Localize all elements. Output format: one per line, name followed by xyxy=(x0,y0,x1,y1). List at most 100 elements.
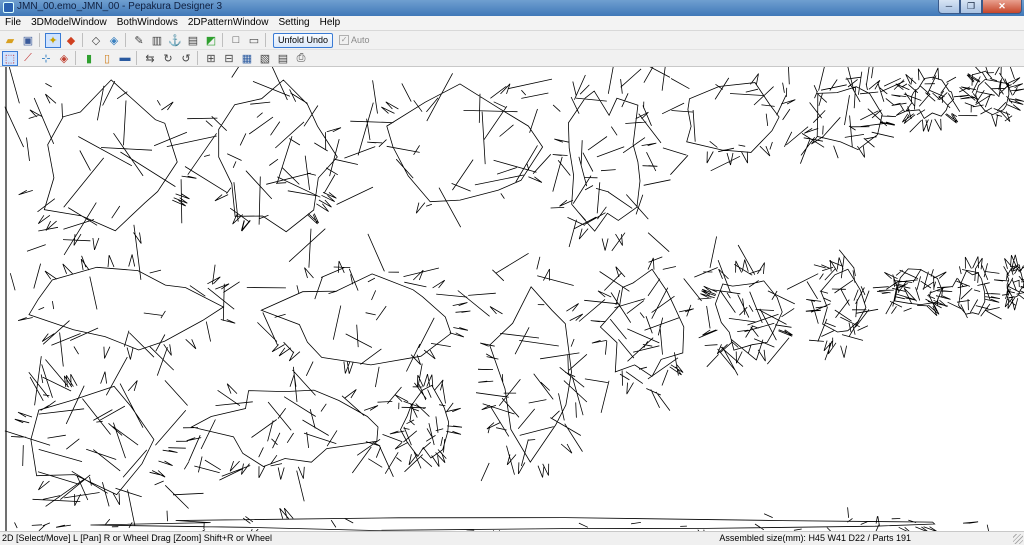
part-outline xyxy=(457,252,619,482)
resize-grip[interactable] xyxy=(1013,534,1023,544)
menu-help[interactable]: Help xyxy=(315,16,346,30)
part-outline xyxy=(166,67,358,262)
pattern-toolbar: ⬚ ⟋ ⊹ ◈ ▮ ▯ ▬ ⇆ ↻ ↺ ⊞ ⊟ ▦ ▧ ▤ ⎙ xyxy=(0,50,1024,67)
part-outline xyxy=(4,356,204,526)
part-outline xyxy=(872,268,953,316)
auto-label: Auto xyxy=(351,35,370,45)
undo-arrow-icon[interactable]: ↺ xyxy=(178,51,194,66)
unfold-undo-button[interactable]: Unfold Undo xyxy=(273,32,334,48)
flap-icon[interactable]: ▯ xyxy=(99,51,115,66)
join-icon[interactable]: ▮ xyxy=(81,51,97,66)
minimize-button[interactable]: ─ xyxy=(938,0,960,14)
pattern-part[interactable] xyxy=(883,67,978,133)
pattern-part[interactable] xyxy=(805,249,879,361)
cylinder-icon[interactable]: ▥ xyxy=(149,33,165,48)
menu-setting[interactable]: Setting xyxy=(273,16,314,30)
pattern-part[interactable] xyxy=(947,256,1002,320)
pattern-part[interactable] xyxy=(166,67,358,262)
pepakura-app-icon[interactable] xyxy=(3,2,14,13)
maximize-button[interactable]: ❐ xyxy=(960,0,982,14)
part-outline xyxy=(649,67,809,175)
part-outline xyxy=(584,256,702,413)
layout-icon[interactable]: ▧ xyxy=(257,51,273,66)
box-flat-icon[interactable]: ◇ xyxy=(88,33,104,48)
pattern-part[interactable] xyxy=(872,268,953,316)
close-button[interactable]: ✕ xyxy=(982,0,1022,14)
window-title: JMN_00.emo_JMN_00 - Pepakura Designer 3 xyxy=(17,1,223,12)
pattern-part[interactable] xyxy=(584,256,702,413)
snap-icon[interactable]: ⊹ xyxy=(38,51,54,66)
align-icon[interactable]: ⊟ xyxy=(221,51,237,66)
menu-bar: File 3DModelWindow BothWindows 2DPattern… xyxy=(0,16,1024,31)
panel-toggle-icon[interactable]: ▬ xyxy=(117,51,133,66)
box-shaded-icon[interactable]: ◈ xyxy=(106,33,122,48)
part-outline xyxy=(883,67,978,133)
pattern-part[interactable] xyxy=(14,507,990,531)
auto-checkbox-box[interactable]: ✓ xyxy=(339,35,350,45)
window-controls: ─ ❐ ✕ xyxy=(938,0,1022,15)
status-mode-text: 2D [Select/Move] L [Pan] R or Wheel Drag… xyxy=(2,533,273,543)
rotate-part-icon[interactable]: ↻ xyxy=(160,51,176,66)
select-tool-icon[interactable]: ⬚ xyxy=(2,50,18,66)
status-size-text: Assembled size(mm): H45 W41 D22 / Parts … xyxy=(719,533,911,543)
toolbar-separator xyxy=(197,51,198,65)
pattern-drawing[interactable] xyxy=(0,67,1024,531)
pattern-part[interactable] xyxy=(246,228,471,376)
toolbar-separator xyxy=(125,33,126,47)
toolbar-separator xyxy=(265,33,266,47)
menu-3d-model-window[interactable]: 3DModelWindow xyxy=(26,16,112,30)
part-outline xyxy=(800,67,905,164)
pattern-part[interactable] xyxy=(9,254,240,376)
panel-icon[interactable]: ▤ xyxy=(185,33,201,48)
title-bar: JMN_00.emo_JMN_00 - Pepakura Designer 3 … xyxy=(0,0,1024,16)
part-outline xyxy=(805,249,879,361)
part-outline xyxy=(9,254,240,376)
rotate-icon[interactable]: ◈ xyxy=(56,51,72,66)
open-folder-icon[interactable]: ▰ xyxy=(2,33,18,48)
grid-icon[interactable]: ⊞ xyxy=(203,51,219,66)
menu-2d-pattern-window[interactable]: 2DPatternWindow xyxy=(183,16,274,30)
main-toolbar: ▰ ▣ ✦ ◆ ◇ ◈ ✎ ▥ ⚓ ▤ ◩ □ ▭ Unfold Undo ✓ … xyxy=(0,31,1024,50)
pattern-part[interactable] xyxy=(164,366,394,502)
cube-lines-icon[interactable]: ◩ xyxy=(203,33,219,48)
pattern-canvas[interactable] xyxy=(0,67,1024,531)
part-outline xyxy=(947,256,1002,320)
menu-both-windows[interactable]: BothWindows xyxy=(112,16,183,30)
pattern-part[interactable] xyxy=(457,252,619,482)
light-bulb-icon[interactable]: ✦ xyxy=(45,32,61,48)
pattern-part[interactable] xyxy=(336,73,553,228)
pattern-part[interactable] xyxy=(800,67,905,164)
pattern-part[interactable] xyxy=(382,363,463,474)
part-outline xyxy=(4,67,197,280)
pattern-part[interactable] xyxy=(646,67,809,175)
auto-checkbox[interactable]: ✓ Auto xyxy=(339,35,370,45)
toolbar-separator xyxy=(82,33,83,47)
part-outline xyxy=(164,366,394,502)
toolbar-separator xyxy=(136,51,137,65)
part-outline xyxy=(14,507,990,531)
move-edge-icon[interactable]: ⟋ xyxy=(20,51,36,66)
pencil-icon[interactable]: ✎ xyxy=(131,33,147,48)
toolbar-separator xyxy=(75,51,76,65)
pattern-part[interactable] xyxy=(4,356,204,526)
anchor-icon[interactable]: ⚓ xyxy=(167,33,183,48)
pattern-part[interactable] xyxy=(959,67,1024,127)
part-outline xyxy=(694,236,819,376)
window-single-icon[interactable]: □ xyxy=(228,33,244,48)
menu-file[interactable]: File xyxy=(0,16,26,30)
flip-icon[interactable]: ⇆ xyxy=(142,51,158,66)
pattern-part[interactable] xyxy=(4,67,197,280)
printer-icon[interactable]: ⎙ xyxy=(293,51,309,66)
print-icon[interactable]: ▤ xyxy=(275,51,291,66)
part-outline xyxy=(959,67,1024,127)
part-outline xyxy=(336,73,553,228)
window-split-icon[interactable]: ▭ xyxy=(246,33,262,48)
part-number-icon[interactable]: ▦ xyxy=(239,51,255,66)
toolbar-separator xyxy=(222,33,223,47)
part-outline xyxy=(550,67,671,252)
save-icon[interactable]: ▣ xyxy=(20,33,36,48)
pattern-part[interactable] xyxy=(694,236,819,376)
cube-color-icon[interactable]: ◆ xyxy=(63,33,79,48)
pattern-part[interactable] xyxy=(550,67,671,252)
part-outline xyxy=(382,363,463,474)
